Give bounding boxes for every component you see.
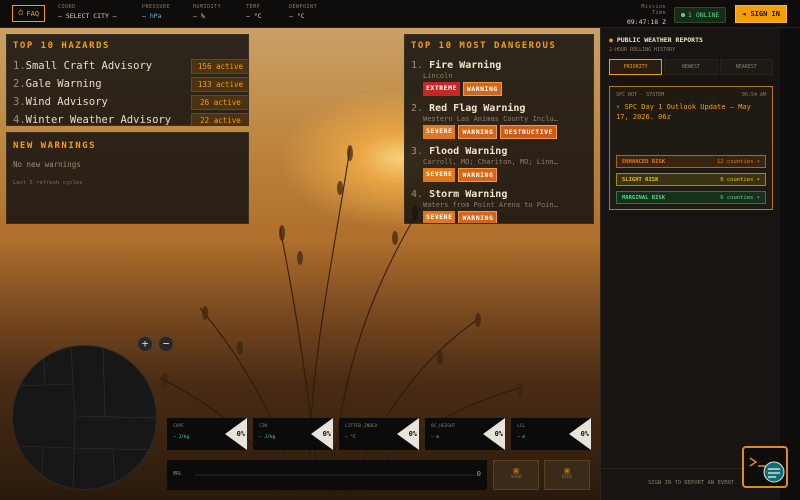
severity-badge: SEVERE <box>423 168 456 182</box>
severity-badge: SEVERE <box>423 125 456 139</box>
metric-0c-height: 0C_HEIGHT — m 0% <box>425 418 505 450</box>
mission-time: Mission Time 09:47:18 Z <box>626 4 666 26</box>
list-item[interactable]: 2.Gale Warning <box>13 78 102 90</box>
terminal-chat-button[interactable] <box>742 446 788 488</box>
sign-in-button[interactable]: ⇥ SIGN IN <box>735 5 787 23</box>
list-item[interactable]: 1.Small Craft Advisory <box>13 60 152 72</box>
dewpoint-field: DEWPOINT — °C <box>289 4 318 20</box>
mrl-bar: MRL 0 <box>167 460 487 490</box>
online-badge: 1 ONLINE <box>674 7 727 23</box>
humidity-field: HUMIDITY — % <box>193 4 222 20</box>
top-hazards-panel: TOP 10 HAZARDS 1.Small Craft Advisory 15… <box>6 34 249 126</box>
panel-title: TOP 10 MOST DANGEROUS <box>411 41 557 51</box>
tab-nearest[interactable]: NEAREST <box>719 59 773 75</box>
zoom-in-button[interactable]: + <box>137 336 153 352</box>
county-lines <box>13 346 156 489</box>
type-badge: WARNING <box>458 125 498 139</box>
panel-icon: ▣ <box>513 466 519 475</box>
bullet-icon: ● <box>609 36 617 44</box>
scrollbar[interactable] <box>780 28 800 500</box>
terminal-icon <box>749 457 785 483</box>
panel-icon: ▣ <box>564 466 570 475</box>
empty-message: No new warnings <box>13 160 81 169</box>
clock-icon: ⏱ <box>18 9 24 17</box>
most-dangerous-panel: TOP 10 MOST DANGEROUS 1. Fire Warning Li… <box>404 34 594 224</box>
count-badge: 22 active <box>191 113 248 125</box>
report-source: SPC BOT · SYSTEM <box>616 92 665 98</box>
tab-priority[interactable]: PRIORITY <box>609 59 663 75</box>
risk-row-enhanced[interactable]: ENHANCED RISK 12 counties ▾ <box>616 155 766 168</box>
count-badge: 156 active <box>191 59 248 74</box>
footnote: Last 5 refresh cycles <box>13 180 83 186</box>
list-item[interactable]: 3. Flood Warning Carroll, MO; Chariton, … <box>411 146 591 182</box>
panel-title: TOP 10 HAZARDS <box>13 41 110 51</box>
list-item[interactable]: 4.Winter Weather Advisory <box>13 114 171 125</box>
public-reports-panel: ● PUBLIC WEATHER REPORTS 2-HOUR ROLLING … <box>600 28 781 500</box>
panel-title: ● PUBLIC WEATHER REPORTS <box>609 36 703 44</box>
new-warnings-panel: NEW WARNINGS No new warnings Last 5 refr… <box>6 132 249 224</box>
metric-cin: CIN — J/kg 0% <box>253 418 333 450</box>
mrl-track <box>195 474 475 476</box>
tab-newest[interactable]: NEWEST <box>664 59 718 75</box>
panel-title: NEW WARNINGS <box>13 141 97 151</box>
report-time: 06:54 AM <box>741 92 766 98</box>
pressure-field: PRESSURE — hPa <box>142 4 171 20</box>
temp-field: TEMP — °C <box>246 4 262 20</box>
count-badge: 133 active <box>191 77 248 92</box>
metric-lcl: LCL — m 0% <box>511 418 591 450</box>
list-item[interactable]: 3.Wind Advisory <box>13 96 108 108</box>
count-badge: 26 active <box>191 95 248 110</box>
risk-row-marginal[interactable]: MARGINAL RISK 6 counties ▾ <box>616 191 766 204</box>
type-badge: WARNING <box>462 82 502 96</box>
sort-tabs: PRIORITY NEWEST NEAREST <box>609 59 773 75</box>
report-card[interactable]: SPC BOT · SYSTEM 06:54 AM ⚡ SPC Day 1 Ou… <box>609 86 773 210</box>
report-text: ⚡ SPC Day 1 Outlook Update — May 17, 202… <box>616 103 751 121</box>
list-item[interactable]: 1. Fire Warning Lincoln EXTREME WARNING <box>411 60 591 96</box>
faq-button[interactable]: ⏱ FAQ <box>12 5 46 22</box>
risk-row-slight[interactable]: SLIGHT RISK 8 counties ▾ <box>616 173 766 186</box>
severity-badge: SEVERE <box>423 211 456 223</box>
impact-badge: DESTRUCTIVE <box>500 125 557 139</box>
zoom-out-button[interactable]: − <box>158 336 174 352</box>
panel-subtitle: 2-HOUR ROLLING HISTORY <box>609 47 676 53</box>
show-button[interactable]: ▣ SHOW <box>493 460 539 490</box>
type-badge: WARNING <box>458 211 498 223</box>
metric-cape: CAPE — J/kg 0% <box>167 418 247 450</box>
hide-button[interactable]: ▣ HIDE <box>544 460 590 490</box>
list-item[interactable]: 2. Red Flag Warning Western Las Animas C… <box>411 103 591 139</box>
status-dot-icon <box>681 13 685 17</box>
severity-badge: EXTREME <box>423 82 460 96</box>
type-badge: WARNING <box>458 168 498 182</box>
radar-map[interactable] <box>12 345 157 490</box>
list-item[interactable]: 4. Storm Warning Waters from Point Arena… <box>411 189 591 223</box>
metric-lifted-index: LIFTED_INDEX — °C 0% <box>339 418 419 450</box>
coord-field[interactable]: COORD — SELECT CITY — <box>58 4 117 20</box>
